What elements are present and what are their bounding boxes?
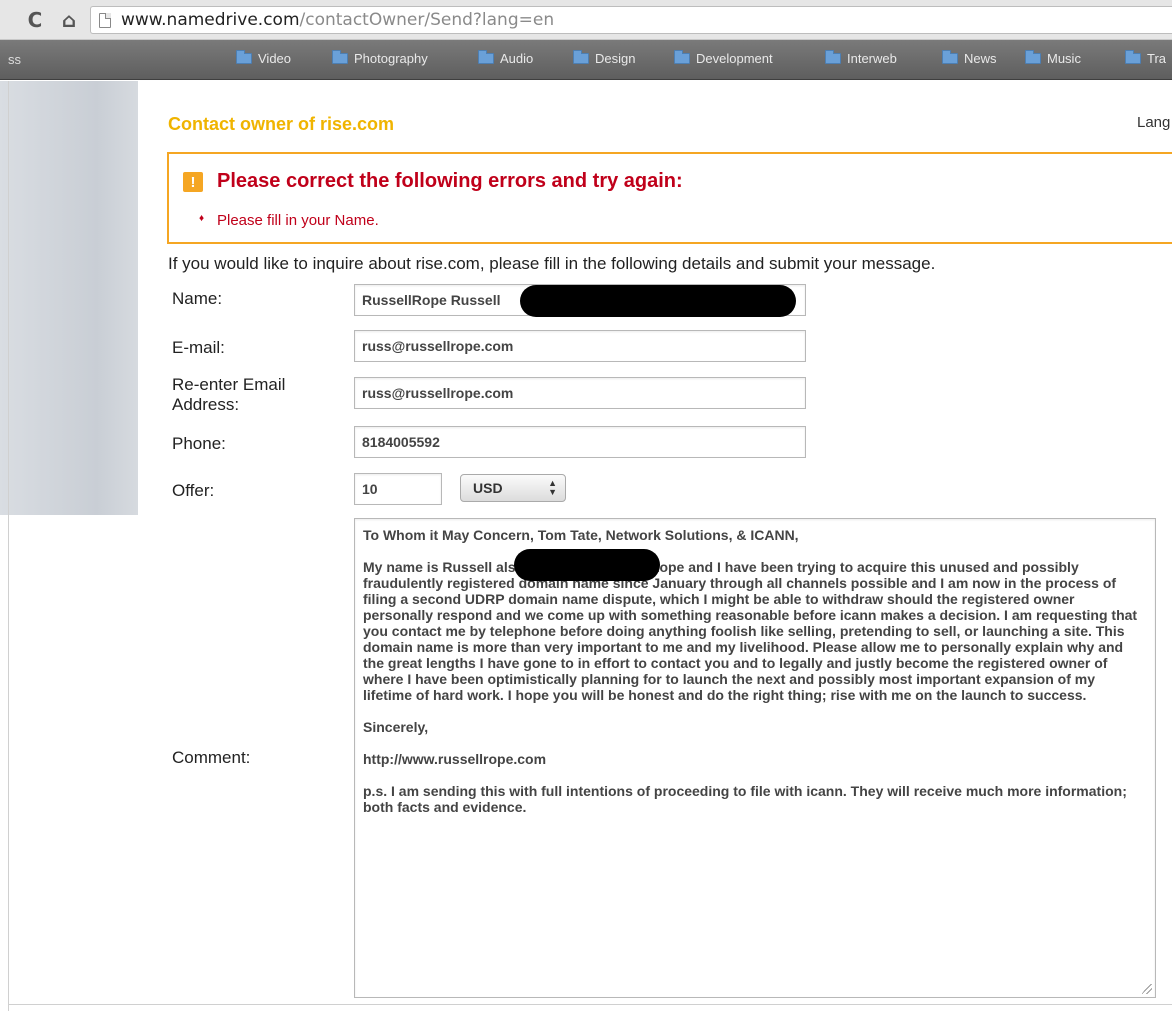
intro-text: If you would like to inquire about rise.…	[168, 254, 936, 273]
offer-field[interactable]	[354, 473, 442, 505]
comment-textarea[interactable]: To Whom it May Concern, Tom Tate, Networ…	[354, 518, 1156, 998]
email-label: E-mail:	[172, 338, 225, 357]
phone-field[interactable]	[354, 426, 806, 458]
folder-icon	[478, 50, 494, 64]
folder-icon	[674, 50, 690, 64]
currency-value: USD	[473, 480, 503, 496]
bookmark-news[interactable]: News	[942, 50, 997, 66]
folder-icon	[332, 50, 348, 64]
warning-icon: !	[183, 172, 203, 192]
reemail-label-line1: Re-enter Email	[172, 375, 286, 394]
offer-label: Offer:	[172, 481, 215, 500]
url-path: /contactOwner/Send?lang=en	[299, 10, 555, 30]
home-icon[interactable]: ⌂	[56, 7, 82, 33]
folder-icon	[1125, 50, 1141, 64]
bookmark-development[interactable]: Development	[674, 50, 773, 66]
page-edge	[8, 81, 9, 1011]
comment-paragraph: p.s. I am sending this with full intenti…	[363, 783, 1127, 815]
bookmark-truncated[interactable]: ss	[8, 52, 21, 67]
error-heading: Please correct the following errors and …	[217, 170, 683, 192]
bookmark-music[interactable]: Music	[1025, 50, 1081, 66]
language-selector[interactable]: Lang	[1137, 114, 1170, 131]
folder-icon	[825, 50, 841, 64]
email-field[interactable]	[354, 330, 806, 362]
bookmark-truncated-end[interactable]: Tra	[1125, 50, 1166, 66]
page-title: Contact owner of rise.com	[168, 114, 395, 134]
select-arrows-icon: ▲ ▼	[548, 478, 557, 497]
phone-label: Phone:	[172, 434, 226, 453]
error-item: Please fill in your Name.	[199, 212, 379, 229]
reemail-field[interactable]	[354, 377, 806, 409]
comment-paragraph: My name is Russell also known as Russell…	[363, 559, 1138, 703]
bookmark-photography[interactable]: Photography	[332, 50, 428, 66]
address-bar[interactable]: www.namedrive.com/contactOwner/Send?lang…	[90, 6, 1172, 34]
comment-label: Comment:	[172, 748, 251, 767]
comment-paragraph: http://www.russellrope.com	[363, 751, 547, 767]
folder-icon	[1025, 50, 1041, 64]
page-icon	[99, 12, 111, 28]
folder-icon	[942, 50, 958, 64]
comment-paragraph: Sincerely,	[363, 719, 429, 735]
url-host: www.namedrive.com	[121, 10, 300, 30]
reemail-label: Re-enter Email Address:	[172, 375, 285, 415]
name-label: Name:	[172, 289, 223, 308]
bookmark-interweb[interactable]: Interweb	[825, 50, 897, 66]
redaction-mark	[514, 549, 660, 581]
resize-grip-icon[interactable]	[1142, 984, 1152, 994]
bookmark-video[interactable]: Video	[236, 50, 291, 66]
currency-select[interactable]: USD ▲ ▼	[460, 474, 566, 502]
reemail-label-line2: Address:	[172, 395, 240, 414]
bookmarks-bar: ss Video Photography Audio Design Develo…	[0, 40, 1172, 80]
browser-toolbar: C ⌂ www.namedrive.com/contactOwner/Send?…	[0, 0, 1172, 40]
folder-icon	[236, 50, 252, 64]
page-bottom-edge	[8, 1004, 1172, 1005]
error-box: ! Please correct the following errors an…	[167, 152, 1172, 244]
reload-icon[interactable]: C	[22, 7, 48, 33]
bookmark-design[interactable]: Design	[573, 50, 635, 66]
comment-paragraph: To Whom it May Concern, Tom Tate, Networ…	[363, 527, 799, 543]
redaction-mark	[520, 285, 796, 317]
left-sidebar-blank	[0, 515, 138, 1011]
bookmark-audio[interactable]: Audio	[478, 50, 533, 66]
folder-icon	[573, 50, 589, 64]
